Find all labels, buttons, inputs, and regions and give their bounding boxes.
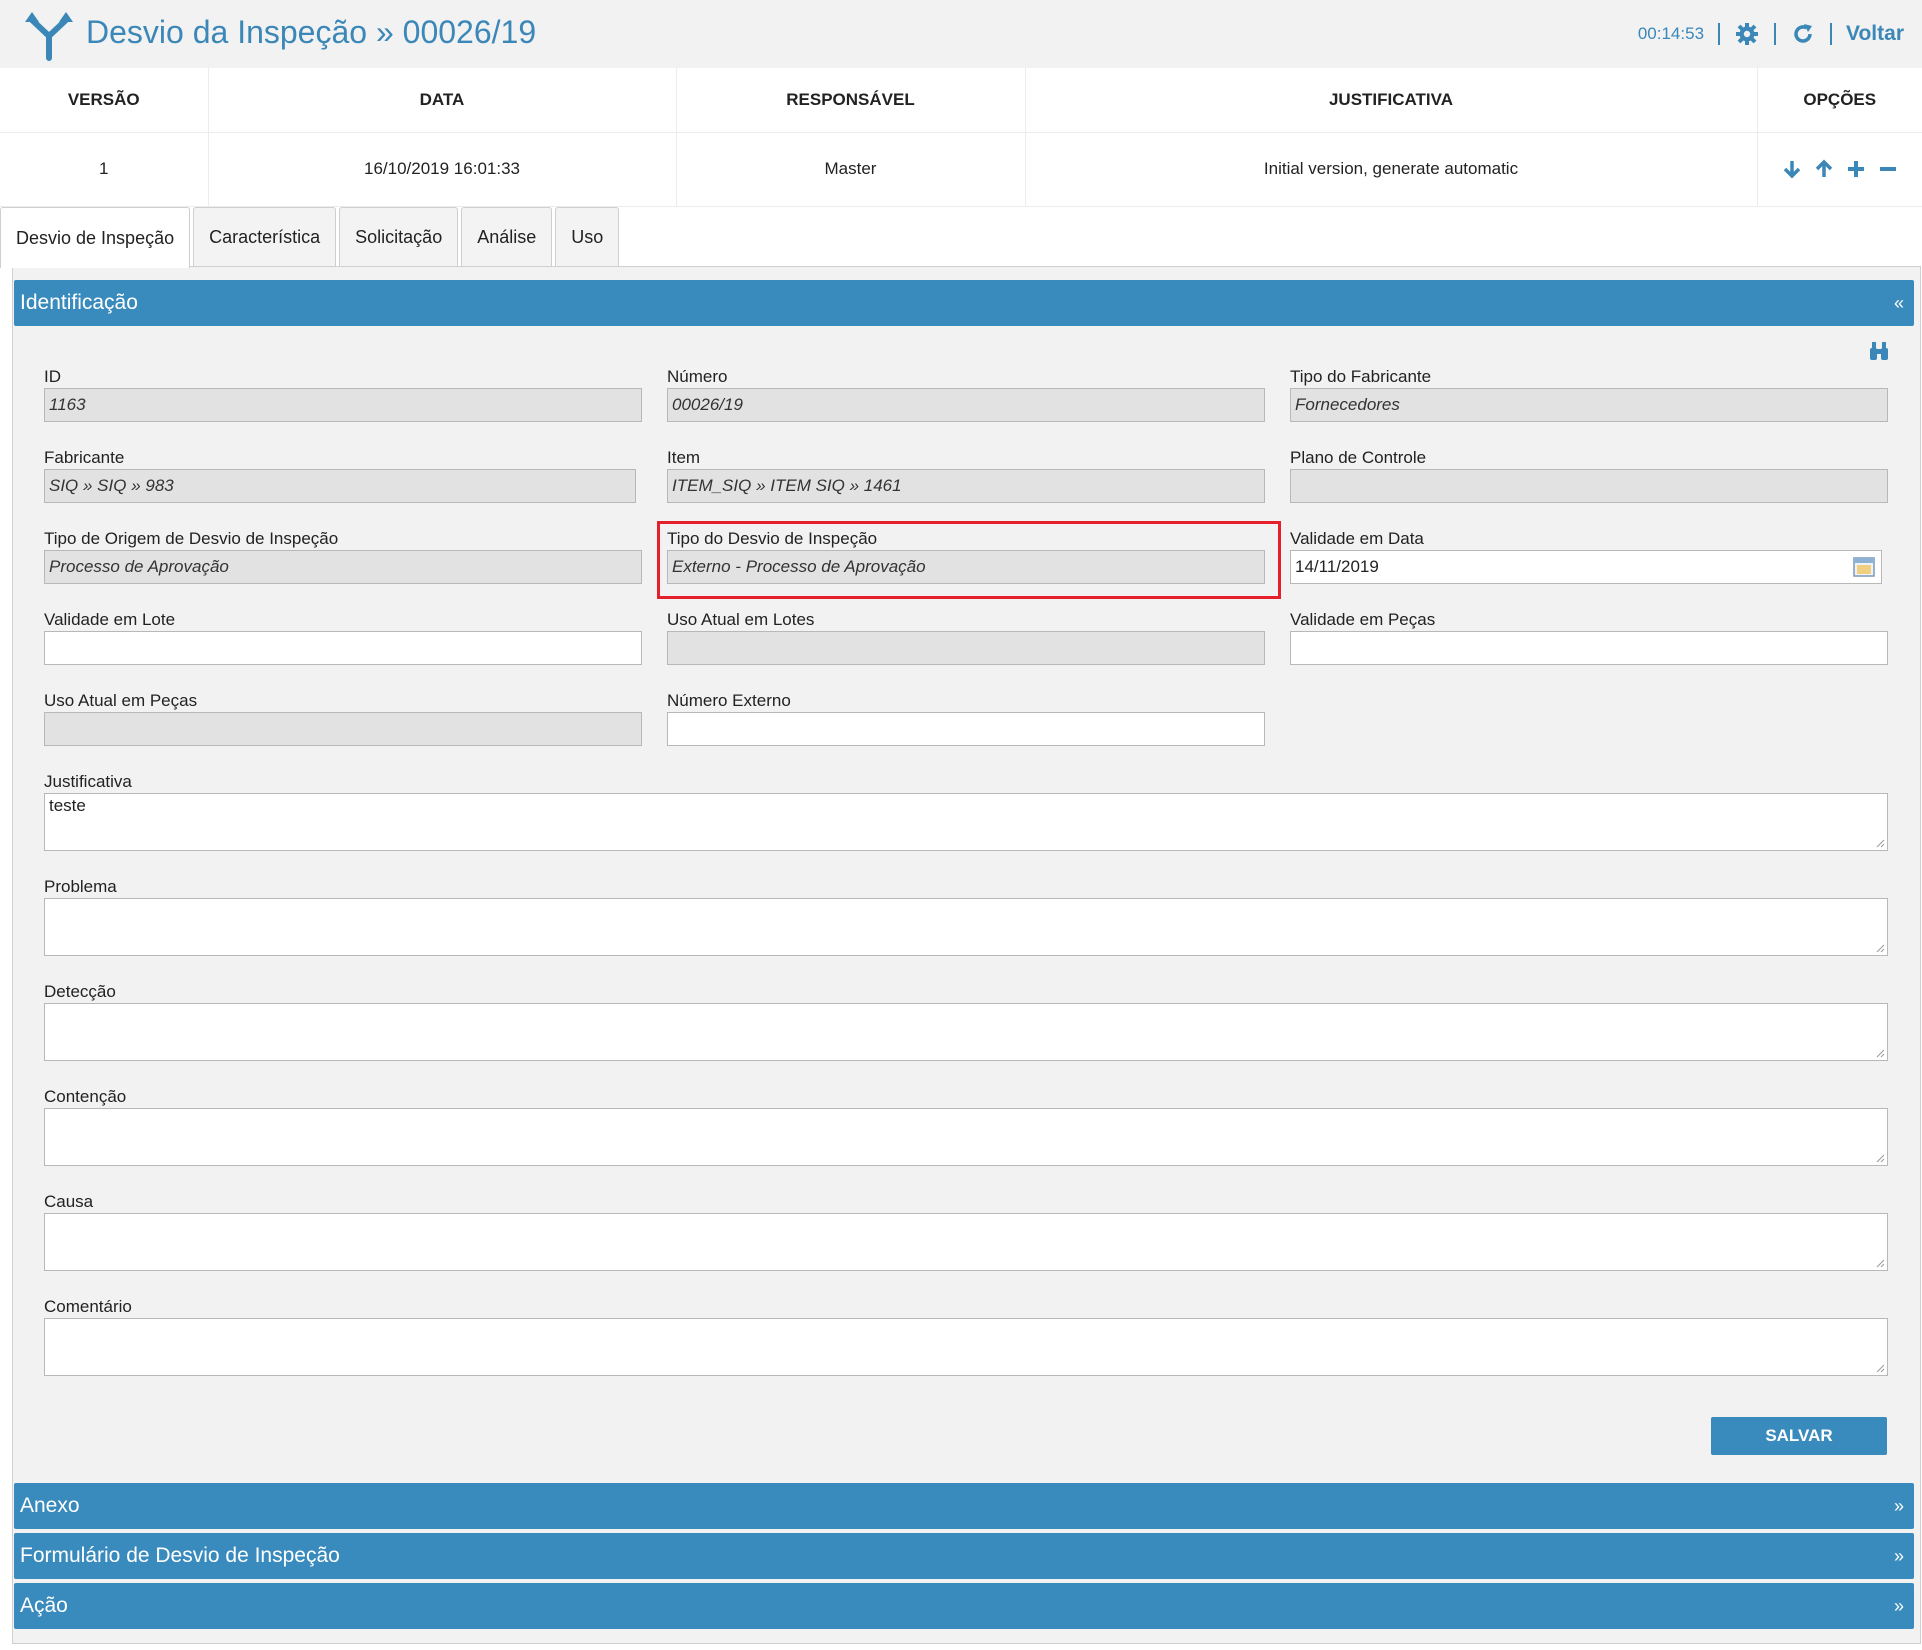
- refresh-icon[interactable]: [1790, 21, 1816, 47]
- save-button[interactable]: SALVAR: [1711, 1417, 1887, 1455]
- session-timer: 00:14:53: [1637, 24, 1705, 43]
- tab-request[interactable]: Solicitação: [339, 207, 459, 267]
- manufacturer-label: Fabricante: [44, 448, 125, 467]
- section-title: Formulário de Desvio de Inspeção: [20, 1544, 340, 1567]
- validity-pieces-input[interactable]: [1290, 631, 1888, 665]
- cell-justification: Initial version, generate automatic: [1025, 132, 1758, 207]
- binoculars-icon[interactable]: [1868, 340, 1890, 362]
- problem-label: Problema: [44, 877, 117, 896]
- containment-textarea[interactable]: [44, 1108, 1888, 1166]
- id-field: 1163: [44, 388, 642, 422]
- cell-version: 1: [0, 132, 209, 207]
- manufacturer-type-label: Tipo do Fabricante: [1290, 367, 1432, 386]
- current-use-lots-field: [667, 631, 1265, 665]
- origin-type-field: Processo de Aprovação: [44, 550, 642, 584]
- section-title: Anexo: [20, 1494, 80, 1517]
- page-title: Desvio da Inspeção » 00026/19: [86, 14, 537, 50]
- resize-grip-icon[interactable]: [1875, 1048, 1885, 1058]
- page-header: Desvio da Inspeção » 00026/19 00:14:53 V…: [0, 0, 1922, 68]
- arrow-down-icon[interactable]: [1780, 157, 1804, 181]
- minus-icon[interactable]: [1876, 157, 1900, 181]
- detection-textarea[interactable]: [44, 1003, 1888, 1061]
- version-table: VERSÃO DATA RESPONSÁVEL JUSTIFICATIVA OP…: [0, 68, 1922, 207]
- cell-date: 16/10/2019 16:01:33: [208, 132, 677, 207]
- manufacturer-type-field: Fornecedores: [1290, 388, 1888, 422]
- tab-bar: Desvio de Inspeção Característica Solici…: [0, 207, 622, 268]
- manufacturer-field: SIQ » SIQ » 983: [44, 469, 636, 503]
- fork-arrows-logo-icon: [25, 12, 73, 61]
- justification-value: teste: [49, 796, 86, 815]
- resize-grip-icon[interactable]: [1875, 838, 1885, 848]
- cause-textarea[interactable]: [44, 1213, 1888, 1271]
- number-label: Número: [667, 367, 728, 386]
- toolbar-divider: [1774, 23, 1777, 45]
- external-number-label: Número Externo: [667, 691, 791, 710]
- comment-label: Comentário: [44, 1297, 132, 1316]
- resize-grip-icon[interactable]: [1875, 1258, 1885, 1268]
- toolbar-divider: [1830, 23, 1833, 45]
- tab-inspection-deviation[interactable]: Desvio de Inspeção: [0, 207, 191, 268]
- collapse-icon[interactable]: «: [1894, 293, 1904, 314]
- validity-date-value: 14/11/2019: [1295, 557, 1379, 576]
- justification-textarea[interactable]: teste: [44, 793, 1888, 851]
- control-plan-label: Plano de Controle: [1290, 448, 1427, 467]
- column-header-date[interactable]: DATA: [208, 68, 677, 133]
- back-link[interactable]: Voltar: [1846, 22, 1904, 46]
- expand-icon[interactable]: »: [1894, 1546, 1904, 1567]
- cell-options: [1757, 132, 1922, 207]
- containment-label: Contenção: [44, 1087, 127, 1106]
- detection-label: Detecção: [44, 982, 116, 1001]
- column-header-justification[interactable]: JUSTIFICATIVA: [1025, 68, 1758, 133]
- tab-usage[interactable]: Uso: [555, 207, 620, 267]
- external-number-input[interactable]: [667, 712, 1265, 746]
- deviation-type-label: Tipo do Desvio de Inspeção: [667, 529, 878, 548]
- section-title: Identificação: [20, 291, 138, 314]
- problem-textarea[interactable]: [44, 898, 1888, 956]
- validity-date-label: Validade em Data: [1290, 529, 1424, 548]
- arrow-up-icon[interactable]: [1812, 157, 1836, 181]
- header-toolbar: 00:14:53 Voltar: [1638, 18, 1904, 50]
- number-field: 00026/19: [667, 388, 1265, 422]
- tab-analysis[interactable]: Análise: [461, 207, 553, 267]
- validity-lot-input[interactable]: [44, 631, 642, 665]
- section-identification-header[interactable]: Identificação «: [14, 280, 1914, 326]
- column-header-version[interactable]: VERSÃO: [0, 68, 209, 133]
- control-plan-field: [1290, 469, 1888, 503]
- toolbar-divider: [1718, 23, 1721, 45]
- cause-label: Causa: [44, 1192, 94, 1211]
- justification-label: Justificativa: [44, 772, 132, 791]
- id-label: ID: [44, 367, 61, 386]
- current-use-lots-label: Uso Atual em Lotes: [667, 610, 815, 629]
- gear-icon[interactable]: [1734, 21, 1760, 47]
- cell-responsible: Master: [676, 132, 1026, 207]
- item-field: ITEM_SIQ » ITEM SIQ » 1461: [667, 469, 1265, 503]
- section-action-header[interactable]: Ação »: [14, 1583, 1914, 1629]
- tab-characteristic[interactable]: Característica: [193, 207, 337, 267]
- resize-grip-icon[interactable]: [1875, 1363, 1885, 1373]
- validity-date-input[interactable]: 14/11/2019: [1290, 550, 1882, 584]
- calendar-icon[interactable]: [1853, 557, 1875, 577]
- section-form-header[interactable]: Formulário de Desvio de Inspeção »: [14, 1533, 1914, 1579]
- section-title: Ação: [20, 1594, 68, 1617]
- current-use-pieces-label: Uso Atual em Peças: [44, 691, 198, 710]
- table-header-row: VERSÃO DATA RESPONSÁVEL JUSTIFICATIVA OP…: [0, 68, 1922, 133]
- validity-pieces-label: Validade em Peças: [1290, 610, 1436, 629]
- table-row[interactable]: 1 16/10/2019 16:01:33 Master Initial ver…: [0, 132, 1922, 207]
- resize-grip-icon[interactable]: [1875, 1153, 1885, 1163]
- expand-icon[interactable]: »: [1894, 1496, 1904, 1517]
- section-attachment-header[interactable]: Anexo »: [14, 1483, 1914, 1529]
- origin-type-label: Tipo de Origem de Desvio de Inspeção: [44, 529, 339, 548]
- item-label: Item: [667, 448, 701, 467]
- resize-grip-icon[interactable]: [1875, 943, 1885, 953]
- current-use-pieces-field: [44, 712, 642, 746]
- validity-lot-label: Validade em Lote: [44, 610, 176, 629]
- deviation-type-field: Externo - Processo de Aprovação: [667, 550, 1265, 584]
- expand-icon[interactable]: »: [1894, 1596, 1904, 1617]
- plus-icon[interactable]: [1844, 157, 1868, 181]
- comment-textarea[interactable]: [44, 1318, 1888, 1376]
- column-header-responsible[interactable]: RESPONSÁVEL: [676, 68, 1026, 133]
- column-header-options: OPÇÕES: [1757, 68, 1922, 133]
